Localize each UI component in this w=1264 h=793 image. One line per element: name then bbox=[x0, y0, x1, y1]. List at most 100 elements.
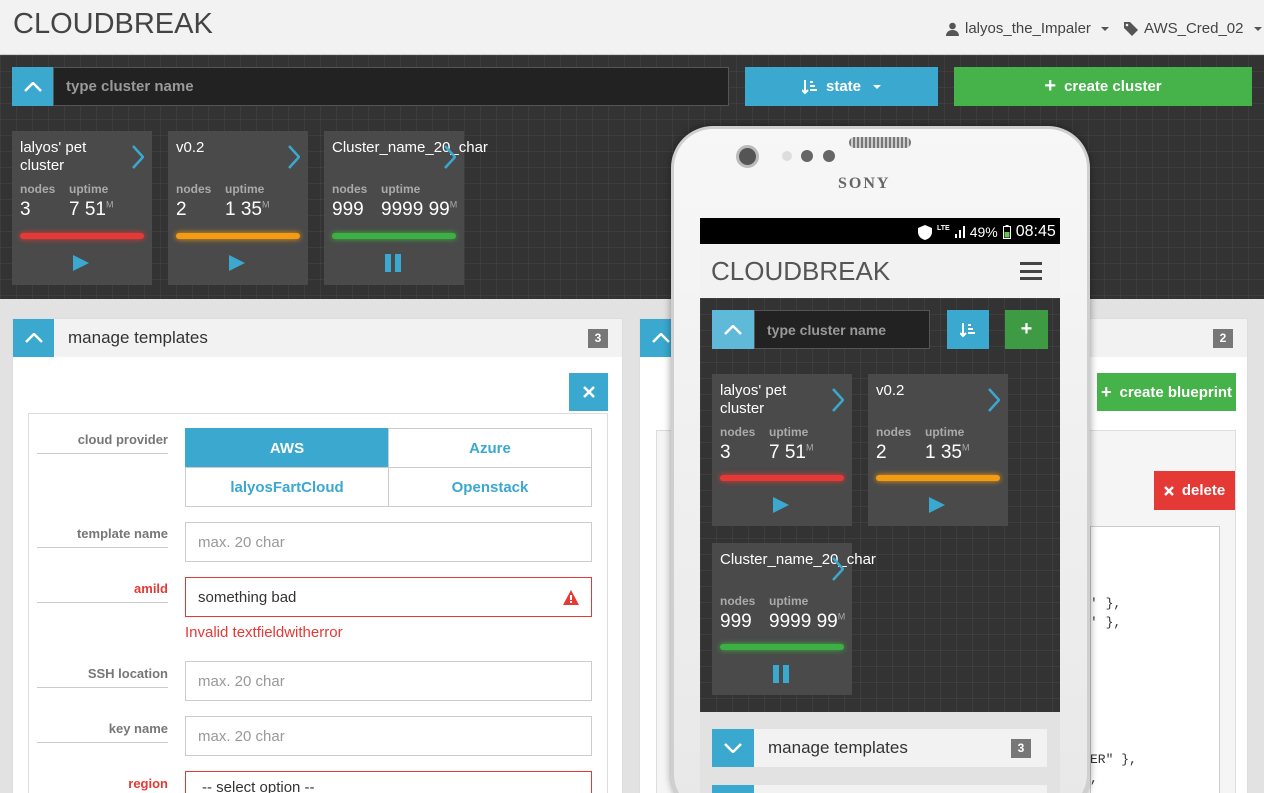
uptime-value: 7 51M bbox=[69, 199, 114, 220]
uptime-label: uptime bbox=[769, 594, 809, 608]
cluster-card[interactable]: v0.2 nodes uptime 2 1 35M bbox=[168, 131, 308, 285]
cluster-name: lalyos' pet cluster bbox=[720, 382, 787, 417]
signal-icon bbox=[954, 226, 965, 238]
nodes-value: 999 bbox=[332, 199, 364, 220]
sort-icon bbox=[801, 79, 817, 94]
status-bar bbox=[176, 233, 300, 239]
cluster-name: Cluster_name_20_char bbox=[720, 551, 876, 568]
uptime-value: 9999 99M bbox=[769, 611, 846, 632]
uptime-label: uptime bbox=[925, 425, 965, 439]
cluster-card[interactable]: lalyos' pet cluster nodes uptime 3 7 51M bbox=[12, 131, 152, 285]
nodes-label: nodes bbox=[720, 425, 756, 439]
pause-icon[interactable] bbox=[773, 665, 789, 683]
create-cluster-button[interactable]: + create cluster bbox=[954, 67, 1252, 106]
user-menu[interactable]: lalyos_the_Impaler bbox=[946, 20, 1109, 37]
uptime-value: 1 35M bbox=[925, 442, 970, 463]
phone-sort-button[interactable] bbox=[947, 310, 989, 349]
chevron-right-icon[interactable] bbox=[988, 388, 1000, 412]
expand-toggle-button[interactable] bbox=[712, 729, 754, 767]
pause-icon[interactable] bbox=[385, 254, 401, 272]
phone-cluster-search-input[interactable]: type cluster name bbox=[754, 310, 930, 349]
phone-create-cluster-button[interactable]: + bbox=[1005, 310, 1048, 349]
create-cluster-label: create cluster bbox=[1064, 78, 1162, 95]
chevron-right-icon[interactable] bbox=[832, 557, 844, 581]
chevron-down-icon bbox=[1253, 26, 1262, 31]
nodes-value: 999 bbox=[720, 611, 752, 632]
cluster-name: lalyos' pet cluster bbox=[20, 139, 87, 174]
close-icon bbox=[1163, 485, 1174, 496]
cluster-card[interactable]: Cluster_name_20_char nodes uptime 999 99… bbox=[324, 131, 488, 285]
state-sort-button[interactable]: state bbox=[745, 67, 938, 106]
uptime-value: 1 35M bbox=[225, 199, 270, 220]
ssh-location-label: SSH location bbox=[37, 666, 168, 688]
phone-cluster-card[interactable]: lalyos' pet cluster nodes uptime 3 7 51M bbox=[712, 374, 852, 526]
battery-icon bbox=[1002, 225, 1011, 239]
nodes-value: 2 bbox=[176, 199, 187, 220]
speaker-grille bbox=[849, 137, 911, 148]
play-icon[interactable] bbox=[928, 496, 946, 514]
templates-panel-header[interactable]: manage templates 3 bbox=[13, 319, 622, 357]
uptime-value: 9999 99M bbox=[381, 199, 458, 220]
chevron-right-icon[interactable] bbox=[288, 145, 300, 169]
phone-status-icons: LTE 49% 08:45 bbox=[918, 223, 1056, 241]
collapse-toggle-button[interactable] bbox=[712, 310, 754, 349]
ssh-location-input[interactable]: max. 20 char bbox=[185, 661, 592, 701]
camera-icon bbox=[736, 145, 759, 168]
play-icon[interactable] bbox=[772, 496, 790, 514]
chevron-down-icon bbox=[1100, 26, 1109, 31]
cluster-search-input[interactable]: type cluster name bbox=[53, 67, 729, 106]
count-badge: 3 bbox=[1011, 738, 1031, 758]
collapse-toggle-button[interactable] bbox=[12, 67, 53, 106]
sensor-icon bbox=[782, 151, 792, 161]
provider-aws-button[interactable]: AWS bbox=[185, 428, 389, 468]
user-name: lalyos_the_Impaler bbox=[965, 20, 1091, 37]
phone-maker-logo: SONY bbox=[838, 175, 891, 192]
close-form-button[interactable] bbox=[569, 373, 608, 411]
region-select[interactable]: -- select option -- bbox=[185, 771, 592, 793]
key-name-label: key name bbox=[37, 721, 168, 743]
plus-icon: + bbox=[1044, 75, 1057, 97]
collapse-toggle-button[interactable] bbox=[13, 319, 54, 357]
amild-value: something bad bbox=[198, 588, 297, 606]
phone-brand-logo[interactable]: CLOUDBREAK bbox=[711, 256, 890, 287]
nodes-label: nodes bbox=[332, 182, 368, 196]
create-blueprint-button[interactable]: + create blueprint bbox=[1097, 373, 1236, 411]
delete-label: delete bbox=[1181, 482, 1226, 499]
uptime-label: uptime bbox=[381, 182, 421, 196]
plus-icon: + bbox=[1020, 318, 1033, 340]
play-icon[interactable] bbox=[72, 254, 90, 272]
sort-icon bbox=[960, 322, 975, 337]
credential-name: AWS_Cred_02 bbox=[1144, 20, 1244, 37]
amild-input[interactable]: something bad bbox=[185, 577, 592, 617]
provider-azure-button[interactable]: Azure bbox=[388, 428, 592, 468]
credential-menu[interactable]: AWS_Cred_02 bbox=[1124, 20, 1262, 37]
cluster-name: v0.2 bbox=[876, 382, 905, 399]
template-name-label: template name bbox=[37, 526, 168, 548]
provider-openstack-button[interactable]: Openstack bbox=[388, 467, 592, 507]
key-name-input[interactable]: max. 20 char bbox=[185, 716, 592, 756]
status-bar bbox=[20, 233, 144, 239]
phone-templates-header[interactable]: manage templates 3 bbox=[712, 729, 1047, 767]
phone-next-panel-header bbox=[712, 785, 1047, 793]
provider-lalyosfartcloud-button[interactable]: lalyosFartCloud bbox=[185, 467, 389, 507]
amild-error-message: Invalid textfieldwitherror bbox=[185, 624, 343, 641]
brand-logo[interactable]: CLOUDBREAK bbox=[13, 8, 213, 41]
warning-icon bbox=[563, 590, 579, 605]
chevron-right-icon[interactable] bbox=[132, 145, 144, 169]
delete-blueprint-button[interactable]: delete bbox=[1154, 471, 1235, 510]
shield-icon bbox=[918, 224, 932, 240]
play-icon[interactable] bbox=[228, 254, 246, 272]
chevron-up-icon bbox=[23, 81, 42, 92]
phone-cluster-card[interactable]: Cluster_name_20_char nodes uptime 999 99… bbox=[712, 543, 876, 695]
chevron-up-icon bbox=[724, 324, 742, 335]
chevron-right-icon[interactable] bbox=[444, 145, 456, 169]
sensor-icon bbox=[823, 150, 835, 162]
chevron-right-icon[interactable] bbox=[832, 388, 844, 412]
network-type: LTE bbox=[937, 225, 950, 232]
phone-cluster-card[interactable]: v0.2 nodes uptime 2 1 35M bbox=[868, 374, 1008, 526]
chevron-up-icon bbox=[24, 333, 43, 343]
template-name-input[interactable]: max. 20 char bbox=[185, 522, 592, 562]
hamburger-menu-icon[interactable] bbox=[1020, 262, 1042, 280]
chevron-down-icon bbox=[724, 743, 742, 753]
nodes-label: nodes bbox=[176, 182, 212, 196]
